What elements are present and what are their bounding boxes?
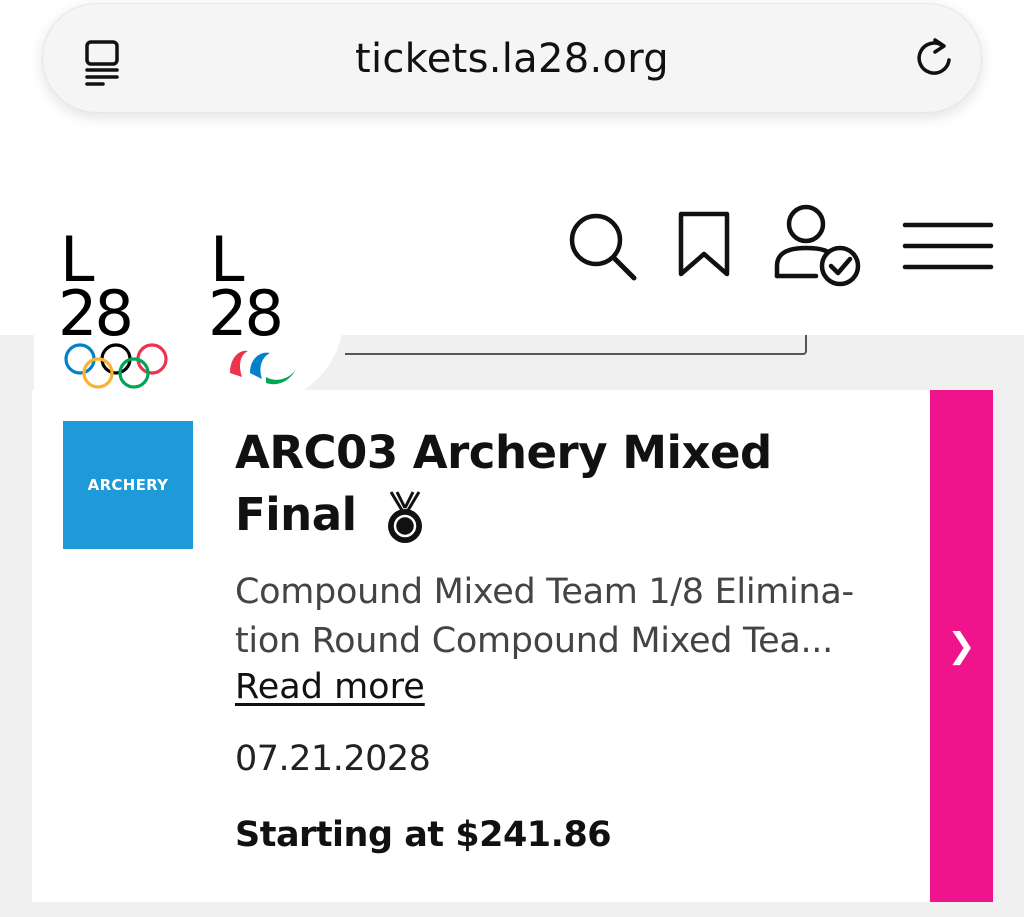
medal-icon — [387, 491, 422, 543]
sport-tile-archery: ARCHERY — [63, 421, 193, 549]
url-text[interactable]: tickets.la28.org — [43, 36, 981, 82]
reload-icon[interactable] — [913, 34, 955, 82]
chevron-right-icon: ❯ — [947, 626, 976, 666]
olympic-rings-icon — [64, 343, 168, 389]
menu-icon[interactable] — [902, 220, 994, 272]
logo-olympic-28: 28 — [58, 277, 134, 350]
paralympic-agitos-icon — [230, 350, 296, 385]
event-title[interactable]: ARC03 Archery Mixed Final — [235, 422, 875, 546]
event-title-text[interactable]: ARC03 Archery Mixed Final — [235, 426, 772, 541]
browser-address-bar[interactable]: tickets.la28.org — [42, 3, 982, 113]
bookmark-icon[interactable] — [676, 210, 732, 278]
logo-paralympic-28: 28 — [208, 277, 284, 350]
dropdown-outline — [345, 335, 807, 355]
account-check-icon[interactable] — [772, 202, 864, 288]
search-icon[interactable] — [566, 210, 638, 282]
event-date: 07.21.2028 — [235, 739, 431, 779]
event-next-button[interactable]: ❯ — [930, 390, 993, 902]
la28-logo[interactable]: L 28 L 28 — [34, 205, 344, 405]
event-price: Starting at $241.86 — [235, 815, 612, 855]
event-card[interactable]: ARCHERY ARC03 Archery Mixed Final Compou… — [32, 390, 992, 902]
event-description: Compound Mixed Team 1/8 Elimina-tion Rou… — [235, 572, 854, 661]
read-more-link[interactable]: Read more — [235, 667, 425, 707]
